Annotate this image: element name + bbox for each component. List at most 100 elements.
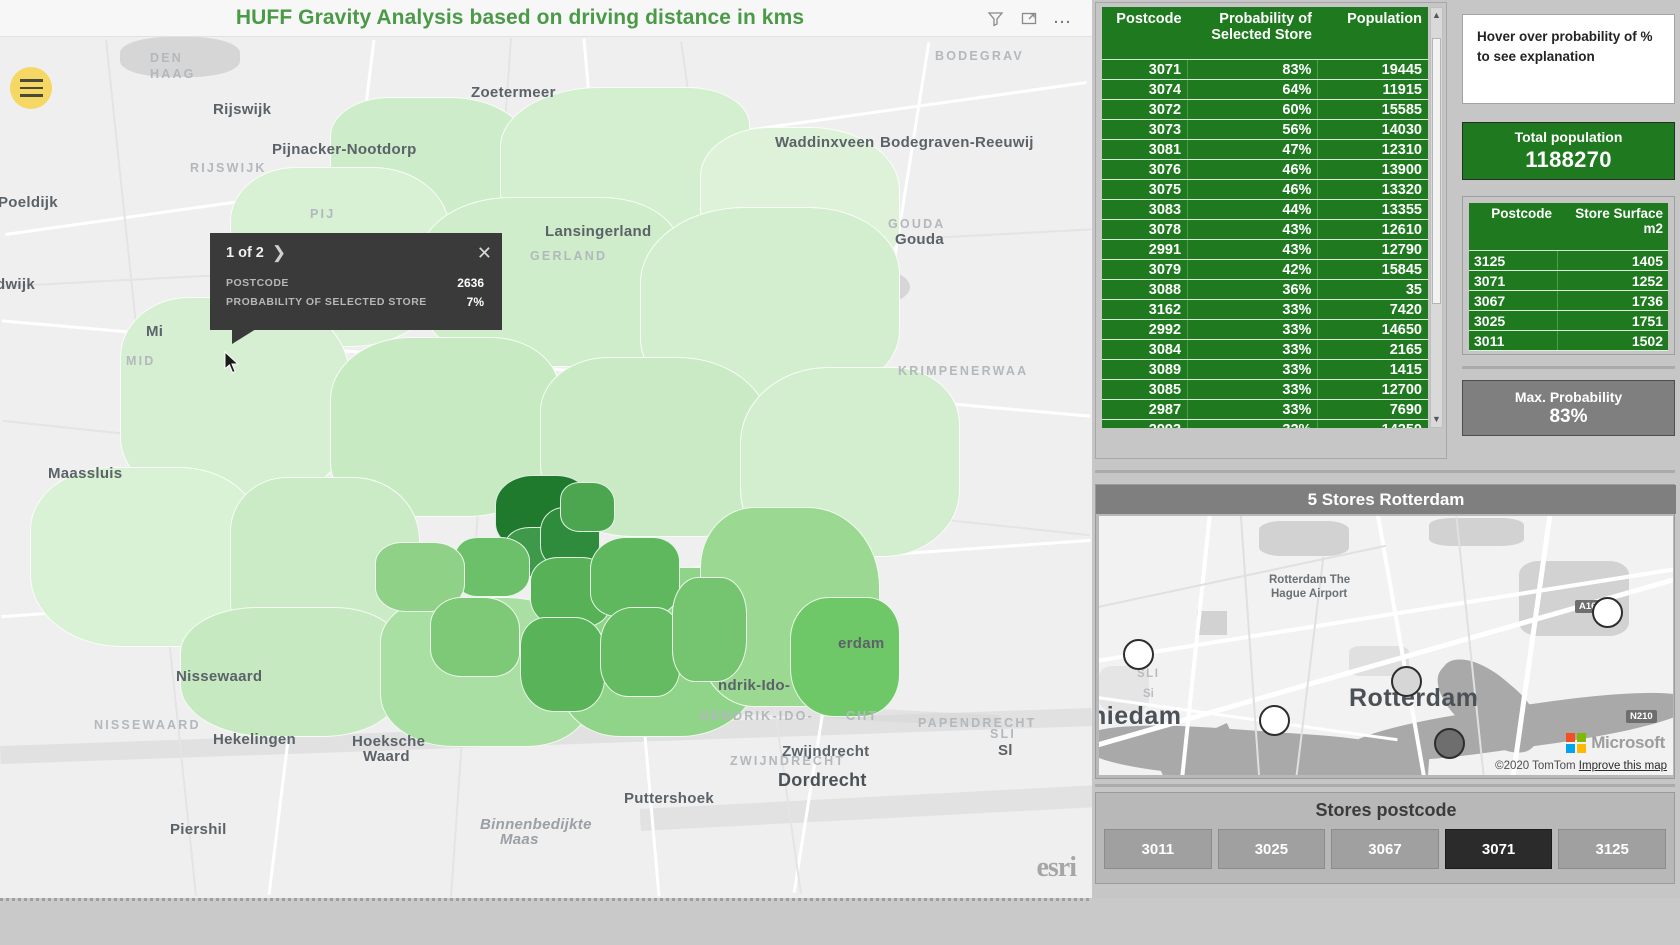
table-cell-probability[interactable]: 36% (1187, 279, 1319, 300)
table-cell-probability[interactable]: 56% (1187, 119, 1319, 140)
chevron-right-icon[interactable]: ❯ (272, 243, 286, 263)
table-cell-postcode[interactable]: 3075 (1102, 179, 1189, 200)
table-cell-population[interactable]: 19445 (1317, 59, 1428, 80)
table-cell-population[interactable]: 13355 (1317, 199, 1428, 220)
close-icon[interactable]: ✕ (477, 244, 492, 262)
table-cell-postcode[interactable]: 3025 (1469, 310, 1558, 331)
table-row[interactable]: 3085 33% 12700 (1102, 379, 1428, 400)
scrollbar-thumb[interactable] (1432, 38, 1441, 304)
more-options-icon[interactable]: … (1048, 4, 1078, 32)
table-cell-population[interactable]: 12310 (1317, 139, 1428, 160)
table-cell-surface[interactable]: 1502 (1557, 330, 1668, 351)
table-row[interactable]: 3084 33% 2165 (1102, 339, 1428, 360)
stores-map-canvas[interactable]: Rotterdam The Hague Airport Rotterdam hi… (1099, 516, 1673, 775)
table-cell-population[interactable]: 12610 (1317, 219, 1428, 240)
store-marker[interactable] (1259, 705, 1290, 736)
table-row[interactable]: 3071 83% 19445 (1102, 59, 1428, 80)
table-row[interactable]: 2991 43% 12790 (1102, 239, 1428, 260)
store-marker[interactable] (1123, 639, 1154, 670)
table-row[interactable]: 3125 1405 (1469, 250, 1668, 271)
table-cell-population[interactable]: 35 (1317, 279, 1428, 300)
table-cell-postcode[interactable]: 2991 (1102, 239, 1189, 260)
table-cell-postcode[interactable]: 2992 (1102, 319, 1189, 340)
table-cell-postcode[interactable]: 3079 (1102, 259, 1189, 280)
column-header-postcode[interactable]: Postcode (1469, 203, 1557, 251)
slicer-option-3011[interactable]: 3011 (1104, 829, 1212, 869)
table-cell-population[interactable]: 15845 (1317, 259, 1428, 280)
table-cell-probability[interactable]: 64% (1187, 79, 1319, 100)
table-row[interactable]: 3071 1252 (1469, 270, 1668, 291)
slicer-option-3125[interactable]: 3125 (1558, 829, 1666, 869)
map-menu-button[interactable] (10, 67, 52, 109)
probability-table-scroll-area[interactable]: Postcode Probability of Selected Store P… (1102, 7, 1428, 428)
improve-this-map-link[interactable]: Improve this map (1579, 760, 1667, 772)
table-row[interactable]: 3075 46% 13320 (1102, 179, 1428, 200)
table-cell-probability[interactable]: 33% (1187, 319, 1319, 340)
table-cell-population[interactable]: 13320 (1317, 179, 1428, 200)
column-header-store-surface[interactable]: Store Surface m2 (1557, 203, 1668, 251)
table-cell-population[interactable]: 12790 (1317, 239, 1428, 260)
table-cell-population[interactable]: 1415 (1317, 359, 1428, 380)
table-cell-probability[interactable]: 43% (1187, 219, 1319, 240)
table-row[interactable]: 3079 42% 15845 (1102, 259, 1428, 280)
table-cell-population[interactable]: 15585 (1317, 99, 1428, 120)
table-cell-population[interactable]: 2165 (1317, 339, 1428, 360)
scroll-down-arrow-icon[interactable]: ▼ (1431, 413, 1442, 426)
column-header-probability[interactable]: Probability of Selected Store (1187, 7, 1318, 60)
table-cell-probability[interactable]: 33% (1187, 379, 1319, 400)
table-cell-postcode[interactable]: 3071 (1469, 270, 1558, 291)
table-cell-probability[interactable]: 33% (1187, 359, 1319, 380)
table-cell-postcode[interactable]: 3083 (1102, 199, 1189, 220)
store-marker[interactable] (1592, 597, 1623, 628)
table-row[interactable]: 3073 56% 14030 (1102, 119, 1428, 140)
column-header-postcode[interactable]: Postcode (1102, 7, 1188, 60)
scroll-up-arrow-icon[interactable]: ▲ (1431, 9, 1442, 22)
table-row[interactable]: 299332%14250 (1102, 419, 1428, 428)
table-cell-surface[interactable]: 1252 (1557, 270, 1668, 291)
table-row[interactable]: 2992 33% 14650 (1102, 319, 1428, 340)
table-cell-probability[interactable]: 60% (1187, 99, 1319, 120)
table-cell-postcode[interactable]: 3067 (1469, 290, 1558, 311)
table-cell-population[interactable]: 7420 (1317, 299, 1428, 320)
table-cell-postcode[interactable]: 3162 (1102, 299, 1189, 320)
map-tooltip-callout[interactable]: 1 of 2 ❯ ✕ POSTCODE 2636 PROBABILITY OF … (210, 233, 502, 344)
table-cell-surface[interactable]: 1405 (1557, 250, 1668, 271)
table-row[interactable]: 3072 60% 15585 (1102, 99, 1428, 120)
column-header-population[interactable]: Population (1317, 7, 1428, 60)
table-cell-population[interactable]: 14650 (1317, 319, 1428, 340)
map-canvas[interactable]: DEN HAAG Rijswijk Zoetermeer BODEGRAV Wad… (0, 37, 1092, 898)
table-row[interactable]: 3067 1736 (1469, 290, 1668, 311)
table-row[interactable]: 3076 46% 13900 (1102, 159, 1428, 180)
table-cell-probability[interactable]: 43% (1187, 239, 1319, 260)
table-cell-probability[interactable]: 46% (1187, 179, 1319, 200)
table-row[interactable]: 3088 36% 35 (1102, 279, 1428, 300)
table-cell-postcode[interactable]: 3125 (1469, 250, 1558, 271)
slicer-option-3071[interactable]: 3071 (1444, 829, 1553, 869)
store-marker[interactable] (1391, 666, 1422, 697)
table-row[interactable]: 3081 47% 12310 (1102, 139, 1428, 160)
table-cell-postcode[interactable]: 2987 (1102, 399, 1189, 420)
table-cell-probability[interactable]: 32% (1187, 419, 1319, 428)
table-cell-postcode[interactable]: 3076 (1102, 159, 1189, 180)
table-row[interactable]: 3025 1751 (1469, 310, 1668, 331)
table-cell-probability[interactable]: 33% (1187, 339, 1319, 360)
table-cell-postcode[interactable]: 3085 (1102, 379, 1189, 400)
table-cell-surface[interactable]: 1751 (1557, 310, 1668, 331)
table-cell-population[interactable]: 14030 (1317, 119, 1428, 140)
table-cell-probability[interactable]: 47% (1187, 139, 1319, 160)
table-row[interactable]: 2987 33% 7690 (1102, 399, 1428, 420)
table-cell-population[interactable]: 11915 (1317, 79, 1428, 100)
table-cell-probability[interactable]: 42% (1187, 259, 1319, 280)
table-scrollbar[interactable]: ▲ ▼ (1430, 7, 1443, 428)
table-cell-population[interactable]: 12700 (1317, 379, 1428, 400)
table-row[interactable]: 3011 1502 (1469, 330, 1668, 351)
table-cell-postcode[interactable]: 3011 (1469, 330, 1558, 351)
focus-mode-icon[interactable] (1014, 4, 1044, 32)
slicer-option-3025[interactable]: 3025 (1217, 829, 1326, 869)
table-cell-postcode[interactable]: 3088 (1102, 279, 1189, 300)
slicer-option-3067[interactable]: 3067 (1331, 829, 1439, 869)
table-cell-postcode[interactable]: 3078 (1102, 219, 1189, 240)
table-row[interactable]: 3162 33% 7420 (1102, 299, 1428, 320)
table-cell-population[interactable]: 14250 (1317, 419, 1428, 428)
table-cell-postcode[interactable]: 3073 (1102, 119, 1189, 140)
